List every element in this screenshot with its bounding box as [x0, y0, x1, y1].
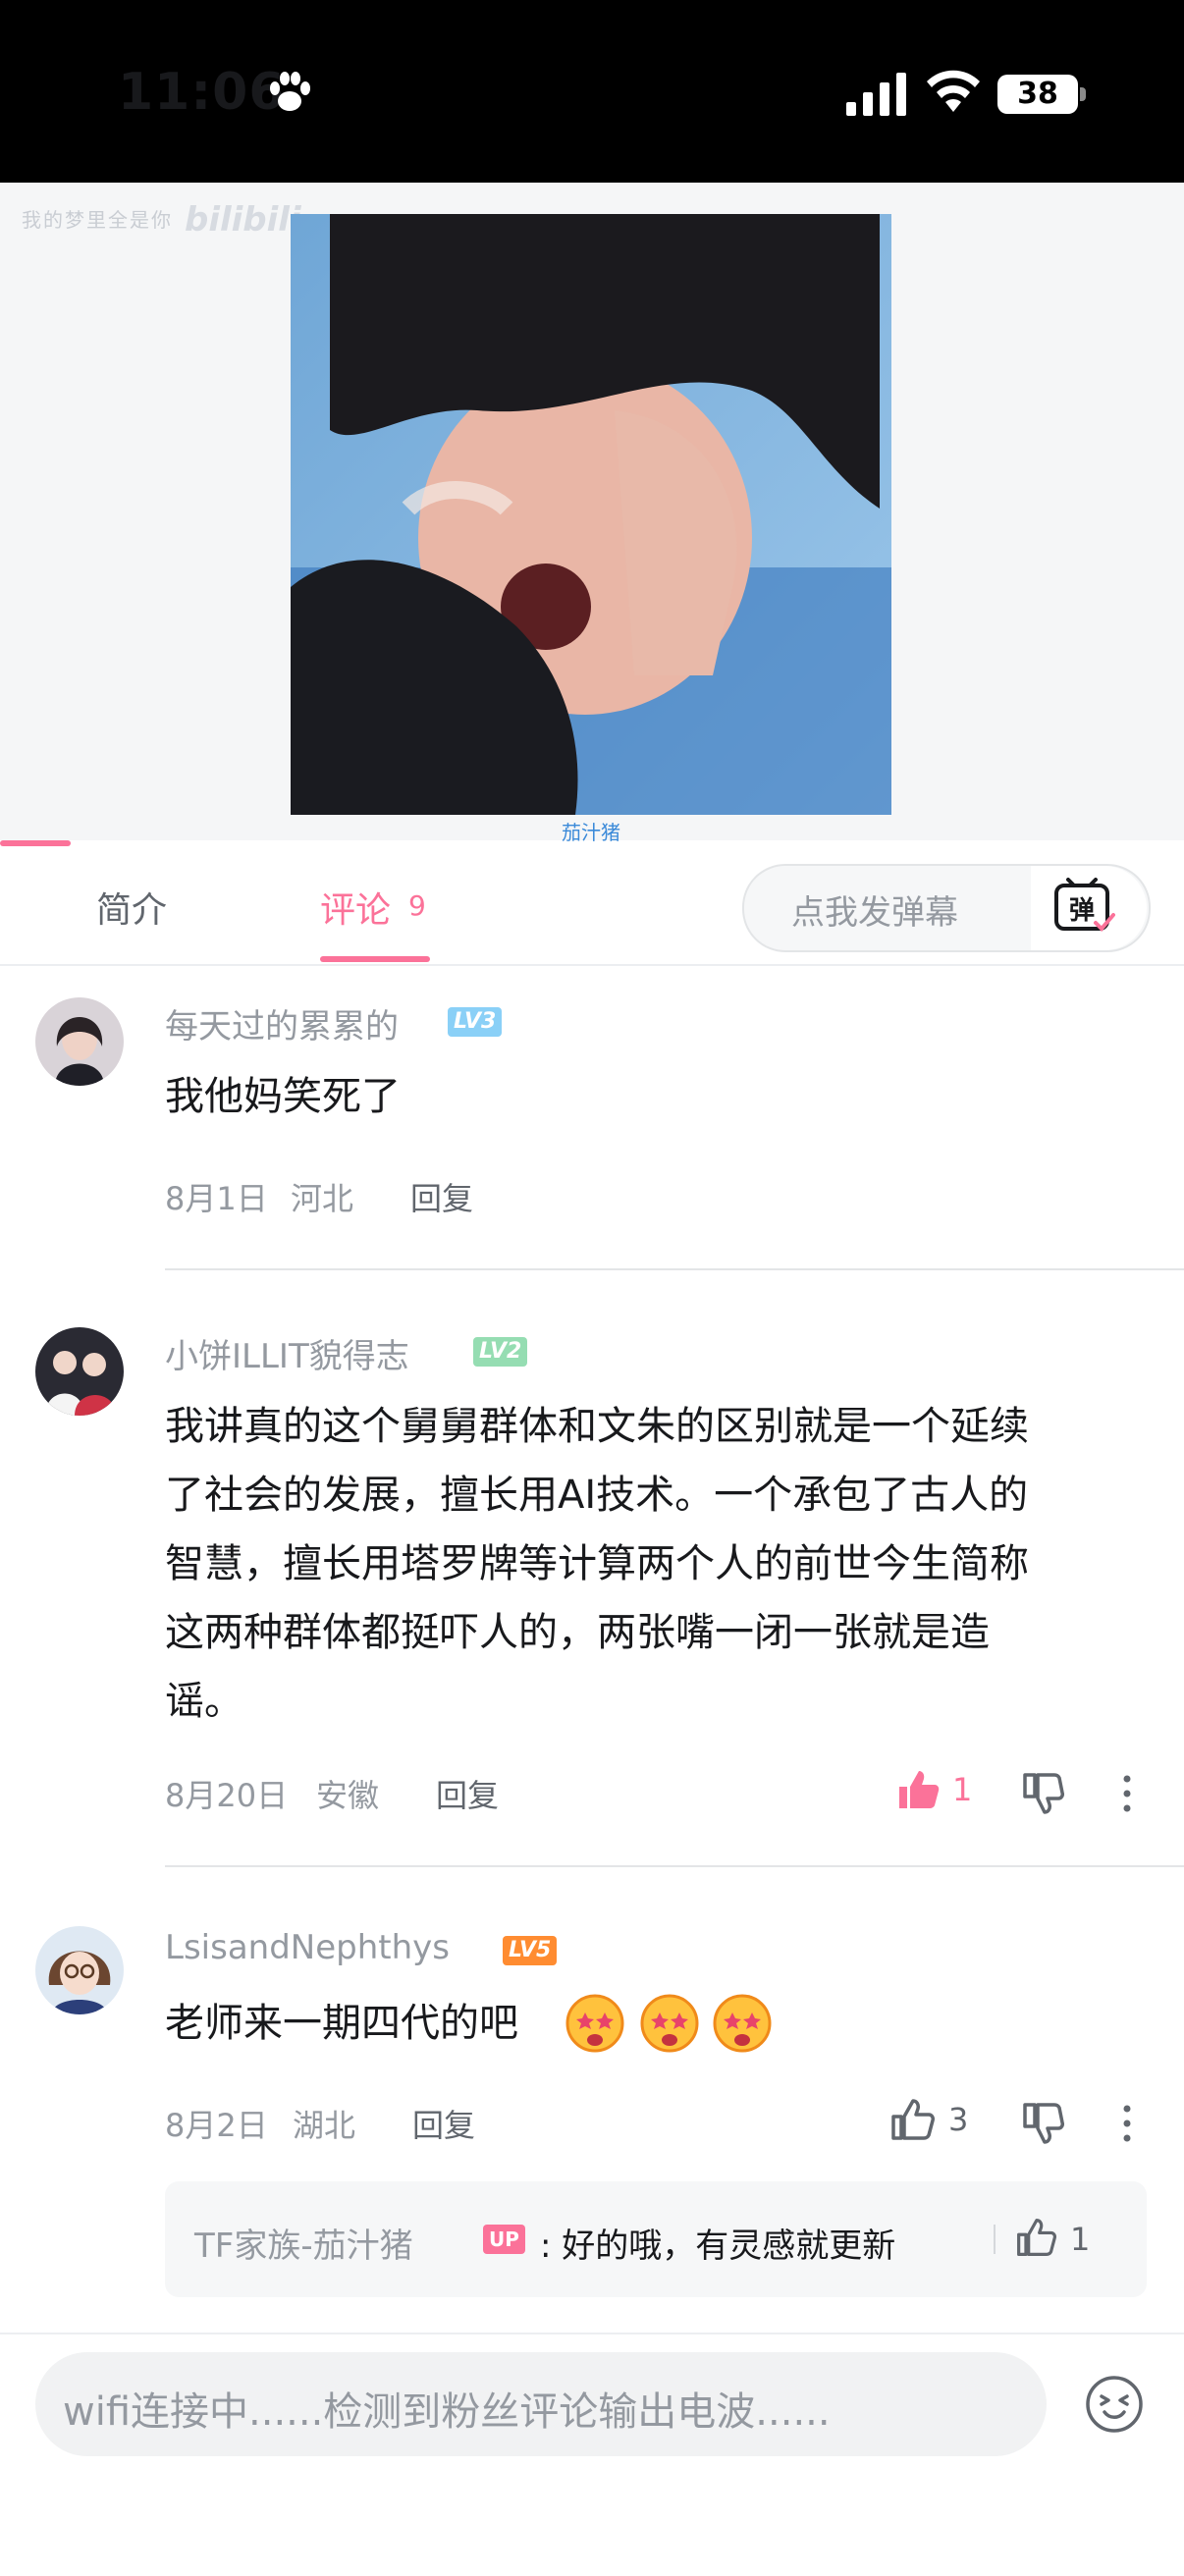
like-count: 1: [952, 1771, 973, 1808]
paw-icon: [270, 72, 310, 111]
comment-location: 安徽: [316, 1777, 380, 1814]
comment-divider: [165, 1268, 1184, 1270]
more-options-icon[interactable]: [1117, 1771, 1137, 1816]
comment-input-placeholder[interactable]: wifi连接中......检测到粉丝评论输出电波......: [63, 2380, 831, 2437]
user-level-badge: LV3: [448, 1007, 503, 1037]
bilibili-watermark-logo: bilibili: [185, 200, 301, 240]
danmaku-settings-icon[interactable]: 弹: [1052, 878, 1115, 937]
comment-username[interactable]: LsisandNephthys: [165, 1928, 450, 1967]
status-time: 11:06: [118, 63, 286, 122]
avatar[interactable]: [35, 1327, 124, 1416]
video-frame-image: [291, 214, 891, 815]
sub-reply-text: : 好的哦，有灵感就更新: [540, 2227, 896, 2266]
like-icon[interactable]: [889, 2097, 935, 2142]
sub-reply-author[interactable]: TF家族-茄汁猪: [194, 2219, 413, 2267]
comment-username[interactable]: 小饼ILLIT貌得志: [165, 1329, 409, 1377]
comment-text-line: 谣。: [165, 1679, 243, 1724]
battery-cap: [1080, 87, 1086, 101]
battery-indicator: 38: [997, 75, 1078, 114]
comment-text-line: 我讲真的这个舅舅群体和文朱的区别就是一个延续: [165, 1404, 1029, 1449]
comment-text: 老师来一期四代的吧: [165, 2001, 518, 2046]
reply-button[interactable]: 回复: [412, 2101, 475, 2146]
comments-count-badge: 9: [408, 889, 426, 922]
user-level-badge: LV5: [503, 1936, 558, 1965]
comment-date: 8月1日: [165, 1180, 268, 1217]
avatar[interactable]: [35, 1926, 124, 2014]
comment-text: 我他妈笑死了: [165, 1074, 401, 1119]
tab-intro[interactable]: 简介: [96, 882, 167, 933]
reply-button[interactable]: 回复: [410, 1174, 473, 1219]
up-badge: UP: [483, 2225, 525, 2254]
comment-text-line: 这两种群体都挺吓人的，两张嘴一闭一张就是造: [165, 1610, 990, 1655]
like-icon-active[interactable]: [895, 1767, 941, 1812]
comment-date: 8月2日: [165, 2107, 268, 2144]
comment-text-line: 智慧，擅长用塔罗牌等计算两个人的前世今生简称: [165, 1541, 1029, 1586]
video-watermark: 我的梦里全是你: [22, 208, 173, 232]
svg-text:弹: 弹: [1069, 896, 1095, 926]
danmaku-placeholder[interactable]: 点我发弹幕: [791, 886, 958, 934]
comment-username[interactable]: 每天过的累累的: [165, 999, 399, 1047]
emoji-icon[interactable]: [1084, 2374, 1145, 2435]
active-tab-indicator: [320, 956, 430, 962]
reply-button[interactable]: 回复: [436, 1771, 499, 1816]
comment-divider: [165, 1865, 1184, 1867]
comment-location: 湖北: [293, 2107, 356, 2144]
like-count: 3: [948, 2101, 969, 2138]
avatar[interactable]: [35, 997, 124, 1086]
wifi-icon: [927, 70, 980, 112]
dislike-icon[interactable]: [1019, 2101, 1064, 2146]
comment-date: 8月20日: [165, 1777, 289, 1814]
comment-location: 河北: [291, 1180, 354, 1217]
tab-comments[interactable]: 评论: [320, 882, 391, 933]
comment-text-line: 了社会的发展，擅长用AI技术。一个承包了古人的: [165, 1473, 1029, 1518]
cellular-signal-icon: [846, 73, 906, 116]
more-options-icon[interactable]: [1117, 2101, 1137, 2146]
like-icon[interactable]: [1015, 2217, 1056, 2258]
sub-reply-like-count: 1: [1070, 2221, 1091, 2258]
sub-reply-separator: [994, 2225, 996, 2254]
dislike-icon[interactable]: [1019, 1771, 1064, 1816]
starstruck-emoji-icons: [565, 1994, 772, 2053]
user-level-badge: LV2: [473, 1337, 528, 1367]
video-credit: 茄汁猪: [562, 821, 620, 844]
